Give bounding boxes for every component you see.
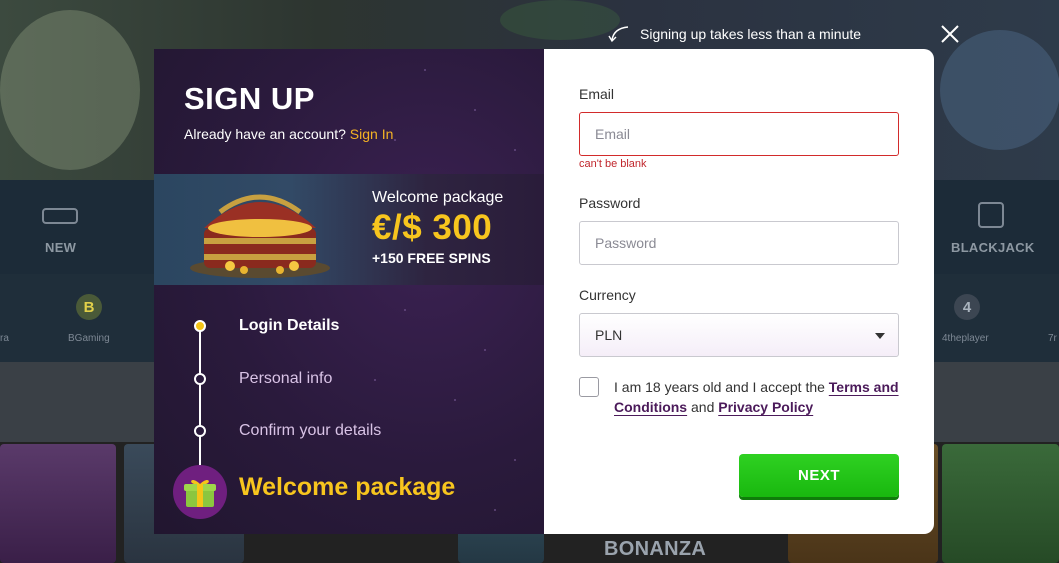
currency-selected-value: PLN xyxy=(595,327,623,343)
page-title: SIGN UP xyxy=(184,81,315,116)
currency-select[interactable]: PLN xyxy=(579,313,899,357)
signin-link[interactable]: Sign In xyxy=(350,126,394,142)
step-dot-login-details xyxy=(194,320,206,332)
steps-progress-line xyxy=(199,327,201,487)
provider-bgaming[interactable]: BGaming xyxy=(68,333,110,344)
step-confirm-details: Confirm your details xyxy=(239,422,382,439)
currency-label: Currency xyxy=(579,287,636,303)
password-label: Password xyxy=(579,195,641,211)
terms-and: and xyxy=(691,399,715,415)
step-dot-personal-info xyxy=(194,373,206,385)
step-welcome-package: Welcome package xyxy=(239,473,456,501)
step-dot-confirm-details xyxy=(194,425,206,437)
email-error: can't be blank xyxy=(579,158,647,170)
promo-amount: €/$ 300 xyxy=(372,208,493,247)
4theplayer-logo: 4 xyxy=(954,294,980,320)
category-new[interactable]: NEW xyxy=(45,240,76,255)
privacy-policy-link[interactable]: Privacy Policy xyxy=(718,399,813,415)
welcome-promo-banner: Welcome package €/$ 300 +150 FREE SPINS xyxy=(154,174,544,285)
email-label: Email xyxy=(579,86,615,102)
step-login-details: Login Details xyxy=(239,317,340,334)
signup-hint: Signing up takes less than a minute xyxy=(608,24,861,44)
terms-consent-text: I am 18 years old and I accept the Terms… xyxy=(614,377,904,417)
chevron-down-icon xyxy=(875,333,885,339)
game-title-bonanza: BONANZA xyxy=(604,538,707,560)
new-icon xyxy=(42,208,78,224)
treasure-chest-icon xyxy=(190,194,330,278)
signup-info-panel: SIGN UP Already have an account? Sign In… xyxy=(154,49,544,534)
close-button[interactable] xyxy=(938,22,962,46)
gift-icon xyxy=(173,465,227,519)
next-button[interactable]: NEXT xyxy=(739,454,899,497)
cards-icon xyxy=(978,202,1004,228)
category-blackjack[interactable]: BLACKJACK xyxy=(951,240,1035,255)
promo-free-spins: +150 FREE SPINS xyxy=(372,250,491,266)
age-terms-checkbox[interactable] xyxy=(579,377,599,397)
step-personal-info: Personal info xyxy=(239,370,333,387)
promo-title: Welcome package xyxy=(372,189,504,206)
game-tile[interactable] xyxy=(942,444,1059,563)
terms-prefix: I am 18 years old and I accept the xyxy=(614,379,825,395)
signup-form: Email can't be blank Password Currency P… xyxy=(544,49,934,534)
provider-4theplayer[interactable]: 4theplayer xyxy=(942,333,989,344)
game-tile[interactable] xyxy=(0,444,116,563)
provider-partial-left: ra xyxy=(0,333,9,344)
bgaming-logo: B xyxy=(76,294,102,320)
signup-hint-text: Signing up takes less than a minute xyxy=(640,26,862,42)
provider-partial-right: 7r xyxy=(1048,333,1057,344)
email-field[interactable] xyxy=(579,112,899,156)
signin-prompt-text: Already have an account? xyxy=(184,126,346,142)
curved-arrow-icon xyxy=(608,26,629,43)
password-field[interactable] xyxy=(579,221,899,265)
signin-prompt: Already have an account? Sign In xyxy=(184,126,393,142)
close-icon xyxy=(941,25,959,43)
